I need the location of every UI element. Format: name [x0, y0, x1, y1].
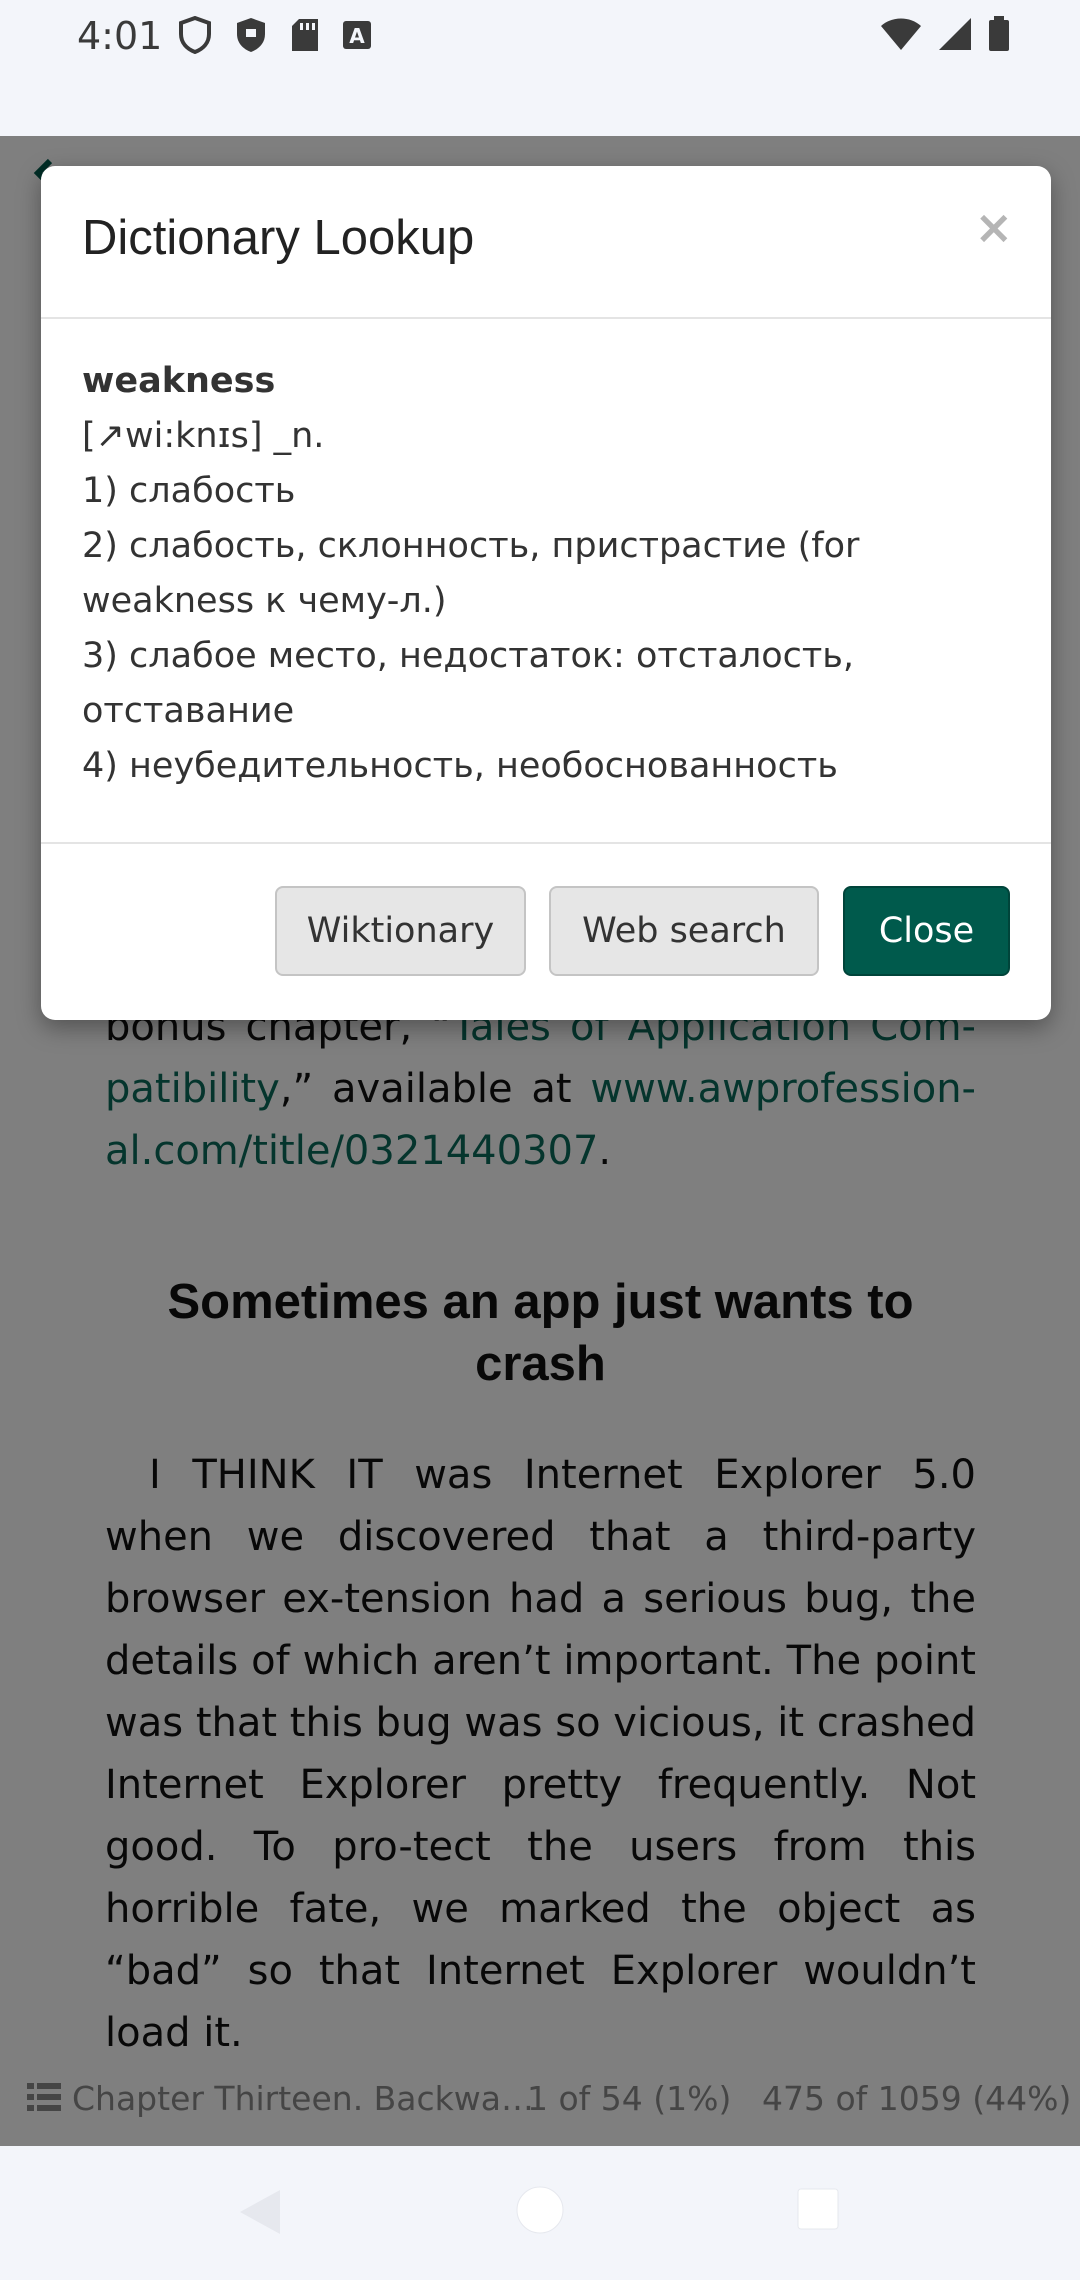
web-search-button[interactable]: Web search [549, 886, 819, 976]
cell-signal-icon [939, 18, 971, 50]
status-time: 4:01 [77, 14, 163, 58]
definition-3: 3) слабое место, недостаток: отсталость,… [82, 636, 855, 731]
headword: weakness [82, 361, 276, 401]
wiktionary-button[interactable]: Wiktionary [275, 886, 526, 976]
close-button[interactable]: Close [843, 886, 1010, 976]
status-right-icons [880, 16, 1010, 52]
dictionary-entry: weakness [↗wi:knɪs] _n. 1) слабость 2) с… [82, 354, 1012, 794]
wifi-icon [881, 18, 921, 50]
nav-home-icon[interactable] [516, 2186, 564, 2234]
definition-1: 1) слабость [82, 471, 296, 511]
status-bar: 4:01 A [0, 0, 1080, 136]
dialog-title: Dictionary Lookup [82, 211, 475, 265]
nav-recents-icon[interactable] [797, 2188, 839, 2230]
close-icon[interactable]: × [974, 204, 1013, 250]
dictionary-lookup-dialog: Dictionary Lookup × weakness [↗wi:knɪs] … [41, 166, 1051, 1020]
dialog-header: Dictionary Lookup × [41, 166, 1051, 319]
dialog-divider [41, 842, 1051, 844]
navigation-bar [0, 2146, 1080, 2280]
pronunciation: [↗wi:knɪs] _n. [82, 416, 325, 456]
svg-text:A: A [349, 24, 365, 48]
definition-2: 2) слабость, склонность, пристрастие (fo… [82, 526, 860, 621]
font-a-icon: A [343, 21, 371, 49]
shield-outline-icon [179, 16, 211, 54]
shield-filled-icon [237, 18, 265, 52]
nav-back-icon[interactable] [236, 2188, 284, 2236]
battery-icon [989, 16, 1009, 51]
definition-4: 4) неубедительность, необоснованность [82, 746, 838, 786]
status-left-icons: A [178, 16, 372, 54]
sd-card-icon [292, 19, 318, 51]
